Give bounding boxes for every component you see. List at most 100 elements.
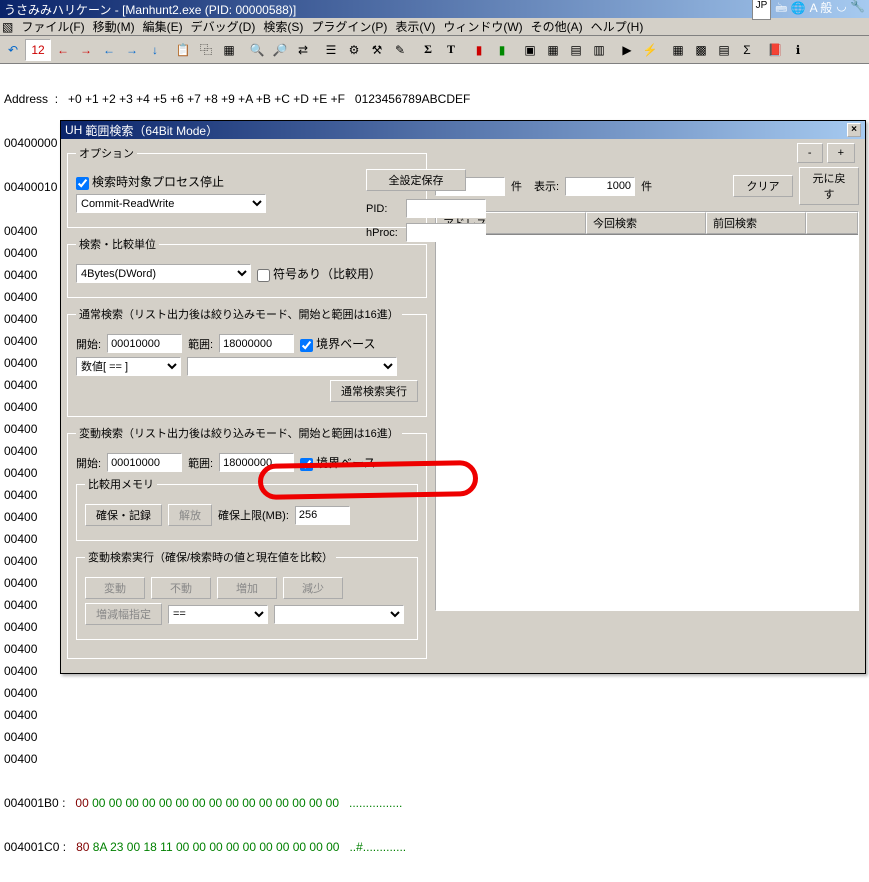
diff-boundary-checkbox[interactable]: 境界ベース — [300, 454, 375, 471]
copy-icon[interactable]: ⿻ — [195, 39, 217, 61]
menu-edit[interactable]: 編集(E) — [143, 18, 183, 35]
sigma2-icon[interactable]: Σ — [736, 39, 758, 61]
pid-input[interactable] — [406, 199, 486, 218]
diff-op-select[interactable]: == — [168, 605, 268, 624]
show-count-input[interactable] — [565, 177, 635, 196]
limit-input[interactable] — [295, 506, 350, 525]
menu-view[interactable]: 表示(V) — [395, 18, 435, 35]
dialog-titlebar[interactable]: UH 範囲検索（64Bit Mode） × — [61, 121, 865, 139]
minus-button[interactable]: - — [797, 143, 823, 163]
clipboard-icon[interactable]: 📋 — [172, 39, 194, 61]
window4-icon[interactable]: ▥ — [588, 39, 610, 61]
range-spec-button: 増減幅指定 — [85, 603, 162, 625]
col-extra[interactable] — [806, 212, 858, 234]
plus-button[interactable]: + — [827, 143, 855, 163]
compare-mem-legend: 比較用メモリ — [85, 476, 157, 492]
menu-window[interactable]: ウィンドウ(W) — [443, 18, 522, 35]
diff-range-input[interactable] — [219, 453, 294, 472]
window3-icon[interactable]: ▤ — [565, 39, 587, 61]
doc-icon[interactable]: ▦ — [218, 39, 240, 61]
arrow-right-red-icon[interactable]: → — [75, 39, 97, 61]
reset-button[interactable]: 元に戻す — [799, 167, 859, 205]
flag-red-icon[interactable]: ▮ — [468, 39, 490, 61]
grid3-icon[interactable]: ▤ — [713, 39, 735, 61]
diff-same-button: 不動 — [151, 577, 211, 599]
results-header: アドレス 今回検索 前回検索 — [436, 212, 858, 235]
hproc-input[interactable] — [406, 223, 486, 242]
normal-search-exec-button[interactable]: 通常検索実行 — [330, 380, 418, 402]
text-icon[interactable]: T — [440, 39, 462, 61]
menu-plugin[interactable]: プラグイン(P) — [311, 18, 387, 35]
toolbar: ↶ 12 ← → ← → ↓ 📋 ⿻ ▦ 🔍 🔎 ⇄ ☰ ⚙ ⚒ ✎ Σ T ▮… — [0, 36, 869, 64]
signed-checkbox[interactable]: 符号あり（比較用） — [257, 265, 381, 282]
book-icon[interactable]: 📕 — [764, 39, 786, 61]
arrow-down-icon[interactable]: ↓ — [144, 39, 166, 61]
ime-extra: ◡ 🔧 — [836, 0, 865, 20]
pid-label: PID: — [366, 203, 402, 215]
col-now[interactable]: 今回検索 — [586, 212, 706, 234]
menu-other[interactable]: その他(A) — [531, 18, 583, 35]
app-title: うさみみハリケーン - [Manhunt2.exe (PID: 00000588… — [4, 1, 296, 18]
dialog-title: 範囲検索（64Bit Mode） — [85, 122, 218, 139]
release-button: 解放 — [168, 504, 212, 526]
arrow-right-blue-icon[interactable]: → — [121, 39, 143, 61]
boundary-checkbox[interactable]: 境界ベース — [300, 335, 375, 352]
unit-legend: 検索・比較単位 — [76, 236, 159, 252]
tool3-icon[interactable]: ✎ — [389, 39, 411, 61]
start-input[interactable] — [107, 334, 182, 353]
unit-select[interactable]: 4Bytes(DWord) — [76, 264, 251, 283]
flag-green-icon[interactable]: ▮ — [491, 39, 513, 61]
undo-icon[interactable]: ↶ — [2, 39, 24, 61]
arrow-left-blue-icon[interactable]: ← — [98, 39, 120, 61]
count-box: 12 — [25, 39, 51, 61]
menu-debug[interactable]: デバッグ(D) — [191, 18, 256, 35]
normal-legend: 通常検索（リスト出力後は絞り込みモード、開始と範囲は16進） — [76, 306, 402, 322]
unit-group: 検索・比較単位 4Bytes(DWord) 符号あり（比較用） — [67, 236, 427, 298]
compare-select[interactable]: 数値[ == ] — [76, 357, 181, 376]
tool2-icon[interactable]: ⚒ — [366, 39, 388, 61]
options-legend: オプション — [76, 145, 137, 161]
sum-icon[interactable]: Σ — [417, 39, 439, 61]
menubar: ▧ ファイル(F) 移動(M) 編集(E) デバッグ(D) 検索(S) プラグイ… — [0, 18, 869, 36]
menu-file[interactable]: ファイル(F) — [21, 18, 84, 35]
ime-status: JP 🖮 🌐 A 般 ◡ 🔧 — [752, 0, 865, 20]
results-list[interactable]: アドレス 今回検索 前回検索 — [435, 211, 859, 611]
memtype-select[interactable]: Commit-ReadWrite — [76, 194, 266, 213]
grid1-icon[interactable]: ▦ — [667, 39, 689, 61]
range-label: 範囲: — [188, 336, 213, 352]
secure-button[interactable]: 確保・記録 — [85, 504, 162, 526]
arrow-left-red-icon[interactable]: ← — [52, 39, 74, 61]
replace-icon[interactable]: ⇄ — [292, 39, 314, 61]
clear-button[interactable]: クリア — [733, 175, 793, 197]
ken-label: 件 — [511, 178, 522, 194]
close-icon[interactable]: × — [847, 123, 861, 137]
search-next-icon[interactable]: 🔎 — [269, 39, 291, 61]
window1-icon[interactable]: ▣ — [519, 39, 541, 61]
search-icon[interactable]: 🔍 — [246, 39, 268, 61]
diff-search-group: 変動検索（リスト出力後は絞り込みモード、開始と範囲は16進） 開始: 範囲: 境… — [67, 425, 427, 659]
dialog-icon: UH — [65, 123, 82, 137]
ime-mode: A 般 — [810, 0, 833, 20]
compare-mem-group: 比較用メモリ 確保・記録 解放 確保上限(MB): — [76, 476, 418, 541]
diff-opval-select[interactable] — [274, 605, 404, 624]
diff-exec-group: 変動検索実行（確保/検索時の値と現在値を比較） 変動 不動 増加 減少 増減幅指… — [76, 549, 418, 640]
save-all-button[interactable]: 全設定保存 — [366, 169, 466, 191]
info-icon[interactable]: ℹ — [787, 39, 809, 61]
menu-search[interactable]: 検索(S) — [263, 18, 303, 35]
range-input[interactable] — [219, 334, 294, 353]
play-icon[interactable]: ▶ — [616, 39, 638, 61]
grid2-icon[interactable]: ▩ — [690, 39, 712, 61]
menu-move[interactable]: 移動(M) — [93, 18, 135, 35]
show-label: 表示: — [534, 178, 559, 194]
start-label: 開始: — [76, 336, 101, 352]
bolt-icon[interactable]: ⚡ — [639, 39, 661, 61]
stop-process-checkbox[interactable]: 検索時対象プロセス停止 — [76, 173, 224, 190]
col-prev[interactable]: 前回検索 — [706, 212, 806, 234]
menu-help[interactable]: ヘルプ(H) — [591, 18, 644, 35]
tool1-icon[interactable]: ⚙ — [343, 39, 365, 61]
value-input[interactable] — [187, 357, 397, 376]
window2-icon[interactable]: ▦ — [542, 39, 564, 61]
diff-start-input[interactable] — [107, 453, 182, 472]
list-icon[interactable]: ☰ — [320, 39, 342, 61]
hproc-label: hProc: — [366, 227, 402, 239]
